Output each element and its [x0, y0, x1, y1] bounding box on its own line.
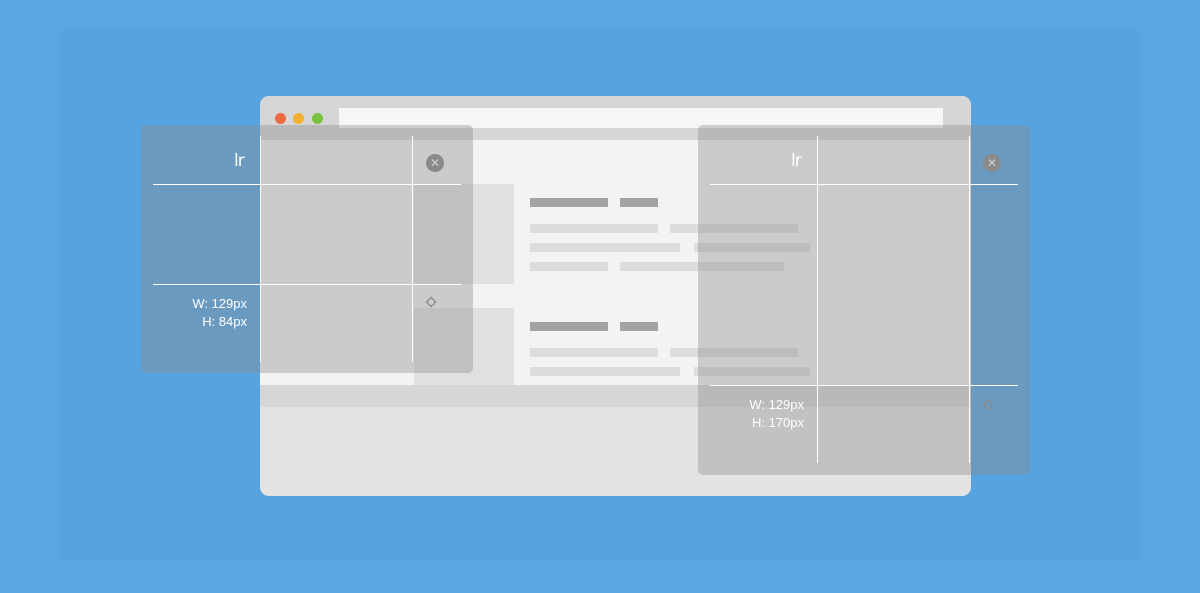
overlay-logo: lr — [234, 151, 245, 171]
article-title-placeholder — [620, 198, 658, 207]
height-readout: H: 170px — [751, 415, 804, 430]
overlay-logo: lr — [791, 151, 802, 171]
gear-icon[interactable] — [982, 399, 994, 411]
close-window-button[interactable] — [275, 113, 286, 124]
guide-line-vertical[interactable] — [412, 136, 413, 362]
text-line-placeholder — [530, 243, 680, 252]
guide-line-horizontal[interactable] — [710, 385, 1018, 386]
guide-line-vertical[interactable] — [969, 136, 970, 463]
minimize-window-button[interactable] — [293, 113, 304, 124]
close-icon[interactable]: ✕ — [426, 154, 444, 172]
text-line-placeholder — [530, 262, 608, 271]
text-line-placeholder — [530, 348, 658, 357]
gear-icon[interactable] — [425, 296, 437, 308]
guide-line-horizontal[interactable] — [153, 284, 461, 285]
guide-line-vertical[interactable] — [260, 136, 261, 362]
height-readout: H: 84px — [202, 314, 247, 329]
guide-line-horizontal[interactable] — [153, 184, 461, 185]
text-line-placeholder — [530, 367, 680, 376]
dimension-readout: W: 129px H: 170px — [718, 396, 804, 432]
width-readout: W: 129px — [192, 296, 247, 311]
close-icon[interactable]: ✕ — [983, 154, 1001, 172]
guide-line-vertical[interactable] — [817, 136, 818, 463]
article-title-placeholder — [530, 198, 608, 207]
article-title-placeholder — [530, 322, 608, 331]
measure-overlay-right[interactable]: lr ✕ W: 129px H: 170px — [698, 125, 1030, 475]
dimension-readout: W: 129px H: 84px — [161, 295, 247, 331]
guide-line-horizontal[interactable] — [710, 184, 1018, 185]
maximize-window-button[interactable] — [312, 113, 323, 124]
width-readout: W: 129px — [749, 397, 804, 412]
measure-overlay-left[interactable]: lr ✕ W: 129px H: 84px — [141, 125, 473, 373]
text-line-placeholder — [530, 224, 658, 233]
article-title-placeholder — [620, 322, 658, 331]
